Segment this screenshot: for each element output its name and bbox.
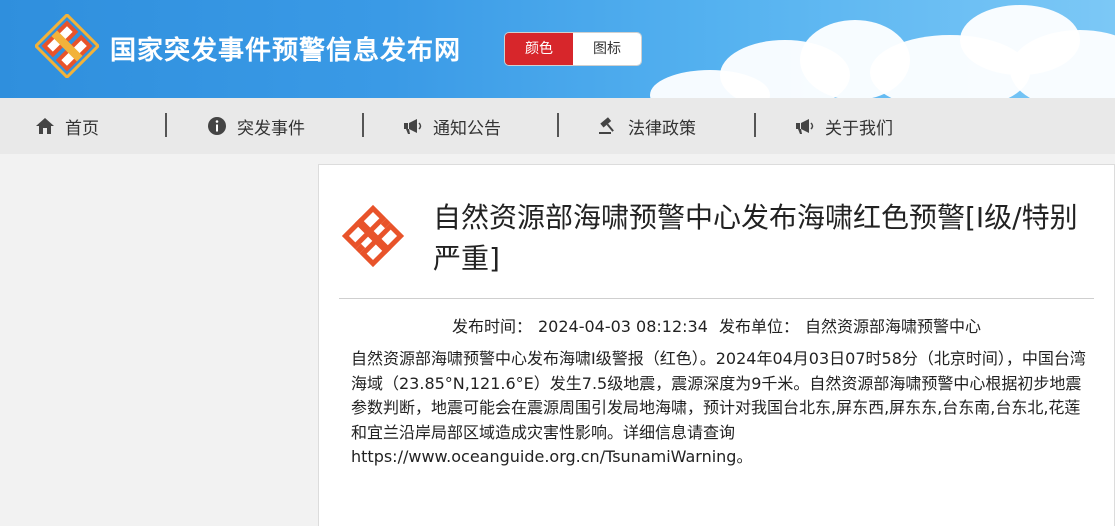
alert-body: 自然资源部海啸预警中心发布海啸Ⅰ级警报（红色）。2024年04月03日07时58…: [351, 349, 1086, 466]
alert-meta: 发布时间： 2024-04-03 08:12:34 发布单位： 自然资源部海啸预警中…: [319, 313, 1114, 337]
megaphone-icon: [404, 119, 422, 134]
publisher: 自然资源部海啸预警中心: [805, 317, 982, 336]
nav-item-home[interactable]: 首页: [35, 98, 99, 154]
nav-separator: [754, 113, 756, 137]
nav-item-label: 法律政策: [628, 118, 696, 139]
nav-separator: [362, 113, 364, 137]
nav-item-laws[interactable]: 法律政策: [598, 98, 696, 154]
site-header: 国家突发事件预警信息发布网 颜色 图标: [0, 0, 1115, 98]
site-logo-icon[interactable]: [33, 12, 101, 80]
divider: [339, 298, 1094, 299]
home-icon: [36, 118, 54, 134]
megaphone-icon: [796, 119, 814, 134]
nav-item-label: 关于我们: [825, 118, 893, 139]
alert-title: 自然资源部海啸预警中心发布海啸红色预警[Ⅰ级/特别严重]: [433, 201, 1078, 275]
color-mode-button[interactable]: 颜色: [505, 33, 573, 65]
site-title[interactable]: 国家突发事件预警信息发布网: [110, 30, 461, 67]
publisher-label: 发布单位：: [719, 317, 800, 336]
info-circle-icon: [208, 117, 226, 135]
gavel-icon: [599, 117, 614, 134]
nav-item-label: 通知公告: [433, 118, 501, 139]
publish-time: 2024-04-03 08:12:34: [537, 317, 708, 336]
publish-time-label: 发布时间：: [451, 317, 532, 336]
nav-separator: [557, 113, 559, 137]
nav-item-about[interactable]: 关于我们: [795, 98, 893, 154]
nav-item-label: 突发事件: [237, 118, 305, 139]
nav-item-notices[interactable]: 通知公告: [403, 98, 501, 154]
icon-mode-button[interactable]: 图标: [573, 33, 641, 65]
alert-logo-icon: [337, 200, 409, 272]
nav-separator: [165, 113, 167, 137]
alert-detail-panel: 自然资源部海啸预警中心发布海啸红色预警[Ⅰ级/特别严重] 发布时间： 2024-0…: [318, 164, 1115, 526]
display-mode-toggle: 颜色 图标: [505, 33, 641, 65]
main-nav: 首页 突发事件 通知公告 法律政策 关于我们: [0, 98, 1115, 154]
nav-item-label: 首页: [65, 118, 99, 139]
nav-item-emergencies[interactable]: 突发事件: [207, 98, 305, 154]
